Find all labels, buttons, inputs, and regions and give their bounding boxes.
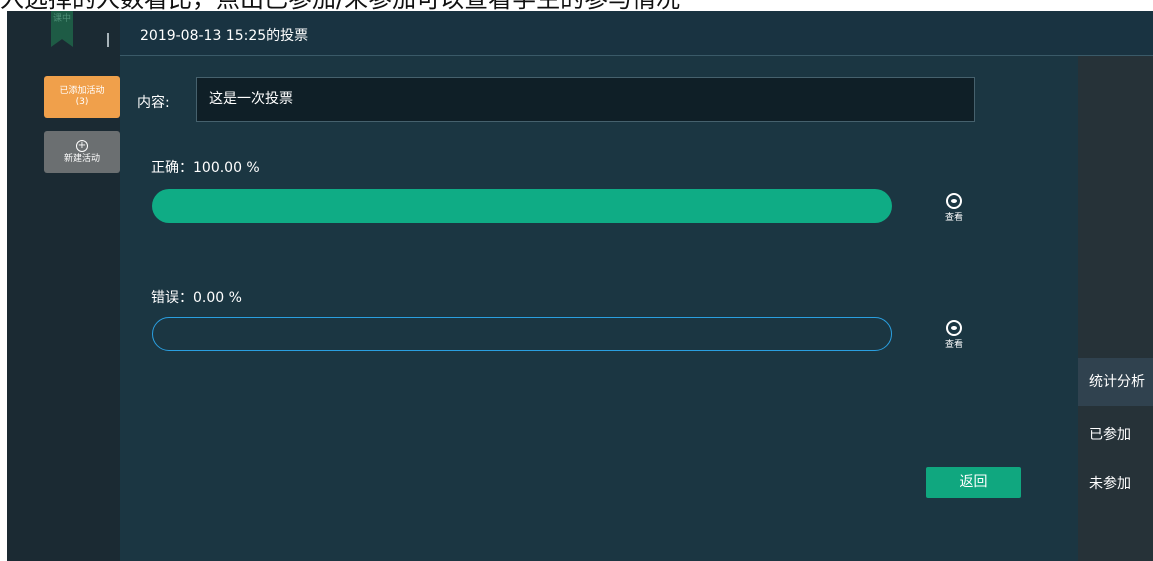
- option-correct-label: 正确：100.00 %: [151, 160, 260, 176]
- content-field: 这是一次投票: [196, 77, 975, 122]
- added-activities-count: (3): [75, 97, 89, 107]
- logo-icon: 课中: [51, 11, 73, 47]
- divider: [107, 33, 109, 47]
- added-activities-button[interactable]: 已添加活动 (3): [44, 76, 120, 118]
- left-sidebar: 课中 已添加活动 (3) + 新建活动: [7, 11, 120, 561]
- header: 2019-08-13 15:25的投票: [120, 11, 1153, 56]
- added-activities-label: 已添加活动: [59, 86, 105, 96]
- option-wrong-label: 错误：0.00 %: [151, 290, 242, 306]
- new-activity-label: 新建活动: [63, 153, 100, 164]
- tutorial-caption: 入选择的人数看比，点出已参加/未参加可以查看学生的参与情况: [0, 0, 1153, 11]
- caption-text: 入选择的人数看比，点出已参加/未参加可以查看学生的参与情况: [0, 0, 680, 11]
- option-correct-progress-bar: [152, 189, 892, 223]
- app-window: 课中 已添加活动 (3) + 新建活动 2019-08-13 15:25的投票 …: [7, 11, 1153, 561]
- view-wrong-button[interactable]: 查看: [941, 320, 967, 350]
- tab-statistics[interactable]: 统计分析: [1078, 358, 1153, 406]
- content-label: 内容:: [137, 95, 170, 111]
- tab-participated[interactable]: 已参加: [1078, 411, 1153, 459]
- back-button[interactable]: 返回: [926, 467, 1021, 498]
- new-activity-button[interactable]: + 新建活动: [44, 131, 120, 173]
- progress-fill: [152, 189, 892, 223]
- eye-icon: [946, 320, 962, 336]
- plus-circle-icon: +: [76, 139, 88, 152]
- option-wrong-progress-bar: [152, 317, 892, 351]
- view-correct-button[interactable]: 查看: [941, 193, 967, 223]
- right-panel: 统计分析 已参加 未参加: [1078, 56, 1153, 561]
- view-label: 查看: [944, 340, 963, 350]
- eye-icon: [946, 193, 962, 209]
- page-title: 2019-08-13 15:25的投票: [140, 28, 309, 44]
- tab-not-participated[interactable]: 未参加: [1078, 460, 1153, 508]
- view-label: 查看: [944, 213, 963, 223]
